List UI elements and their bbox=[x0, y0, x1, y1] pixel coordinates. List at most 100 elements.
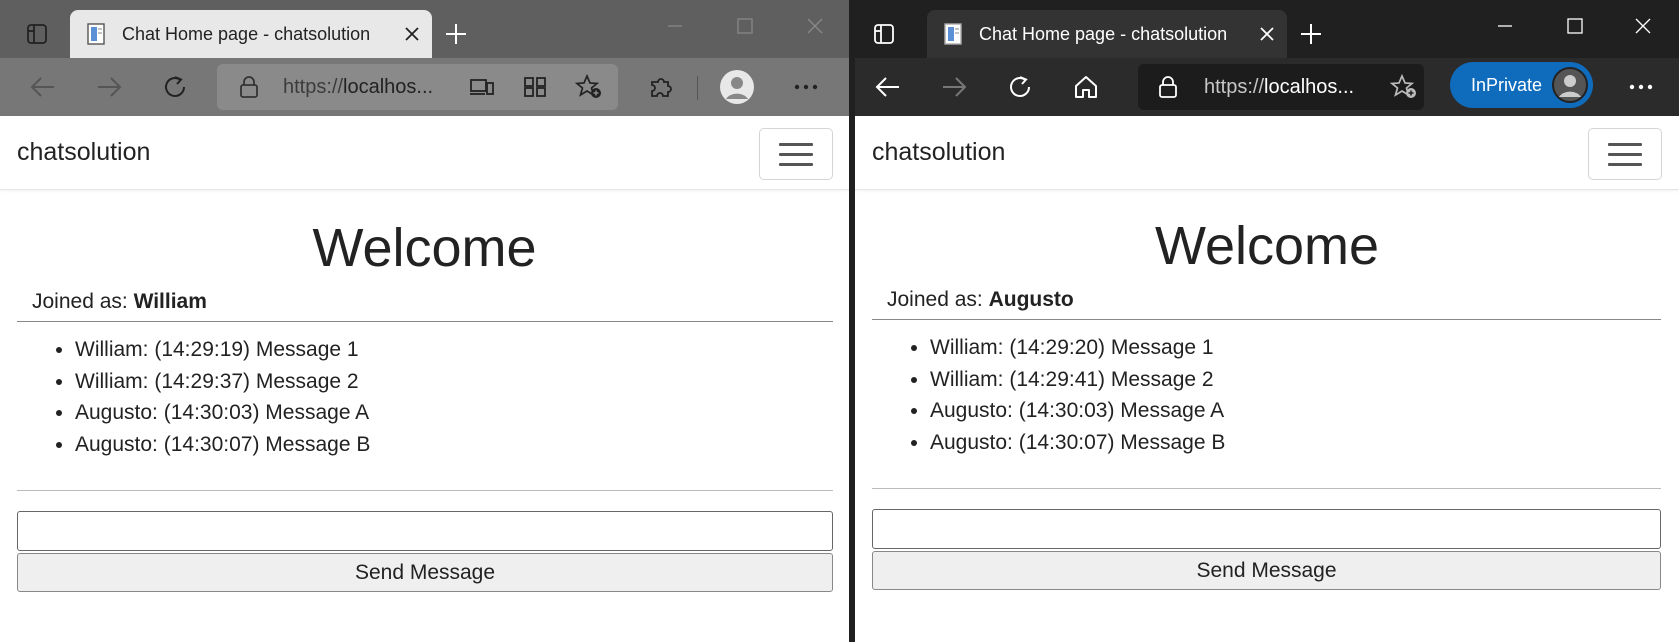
toolbar: chatsolutionhttps://localhos... bbox=[0, 58, 849, 116]
send-message-button[interactable]: Send Message bbox=[17, 553, 833, 592]
divider bbox=[17, 490, 833, 491]
message-item: Augusto: (14:30:03) Message A bbox=[75, 397, 370, 429]
address-prefix: https:// bbox=[1204, 76, 1265, 98]
extensions-button[interactable] bbox=[638, 66, 684, 108]
joined-label: Joined as: bbox=[887, 288, 983, 311]
web-page: chatsolution Welcome Joined as: Augusto … bbox=[855, 116, 1679, 642]
message-input[interactable] bbox=[17, 511, 833, 551]
home-button[interactable] bbox=[1063, 66, 1109, 108]
tab-title: Chat Home page - chatsolution bbox=[979, 23, 1228, 44]
message-item: Augusto: (14:30:07) Message B bbox=[930, 427, 1225, 459]
message-list: William: (14:29:19) Message 1 William: (… bbox=[17, 334, 370, 460]
extensions-icon bbox=[651, 78, 672, 97]
address-host: localhos... bbox=[343, 76, 434, 98]
add-favorite-icon[interactable] bbox=[575, 74, 603, 100]
profile-button[interactable] bbox=[714, 66, 760, 108]
profile-icon bbox=[720, 70, 754, 104]
site-navbar: chatsolution bbox=[855, 116, 1679, 190]
close-window-icon bbox=[1635, 18, 1651, 34]
menu-toggler-button[interactable] bbox=[1588, 128, 1662, 180]
minimize-icon bbox=[668, 25, 682, 27]
menu-toggler-icon bbox=[1608, 142, 1642, 146]
close-tab-icon bbox=[405, 27, 419, 41]
back-button[interactable] bbox=[865, 66, 911, 108]
joined-as: Joined as: Augusto bbox=[872, 288, 1661, 320]
address-bar[interactable]: https://localhos... bbox=[1138, 64, 1424, 110]
maximize-icon bbox=[737, 18, 753, 34]
site-navbar: chatsolution bbox=[0, 116, 849, 190]
site-brand[interactable]: chatsolution bbox=[872, 138, 1005, 167]
lock-icon bbox=[240, 76, 258, 98]
address-prefix: https:// bbox=[283, 76, 344, 98]
maximize-button[interactable] bbox=[715, 6, 775, 46]
new-tab-button[interactable] bbox=[434, 14, 478, 54]
more-icon bbox=[1629, 84, 1653, 90]
minimize-icon bbox=[1498, 25, 1512, 27]
new-tab-icon bbox=[446, 24, 466, 44]
close-tab-button[interactable] bbox=[1247, 27, 1287, 41]
minimize-button[interactable] bbox=[1475, 6, 1535, 46]
tab-title: Chat Home page - chatsolution bbox=[122, 23, 371, 44]
close-window-button[interactable] bbox=[1613, 6, 1673, 46]
message-item: Augusto: (14:30:07) Message B bbox=[75, 429, 370, 461]
send-message-button[interactable]: Send Message bbox=[872, 551, 1661, 590]
site-brand[interactable]: chatsolution bbox=[17, 138, 150, 167]
more-button[interactable] bbox=[783, 66, 829, 108]
forward-icon bbox=[98, 77, 122, 97]
add-favorite-icon[interactable] bbox=[1390, 74, 1418, 100]
tab-chat-home[interactable]: Chat Home page - chatsolution bbox=[927, 10, 1287, 58]
tab-actions-button[interactable] bbox=[14, 14, 60, 54]
joined-user: William bbox=[133, 290, 207, 313]
menu-toggler-button[interactable] bbox=[759, 128, 833, 180]
tab-actions-button[interactable] bbox=[861, 14, 907, 54]
close-window-icon bbox=[807, 18, 823, 34]
close-tab-icon bbox=[1260, 27, 1274, 41]
more-icon bbox=[794, 84, 818, 90]
devices-icon bbox=[470, 79, 494, 95]
more-button[interactable] bbox=[1618, 66, 1664, 108]
minimize-button[interactable] bbox=[645, 6, 705, 46]
tab-chat-home[interactable]: Chat Home page - chatsolution bbox=[70, 10, 432, 58]
joined-label: Joined as: bbox=[32, 290, 128, 313]
forward-button[interactable] bbox=[86, 66, 132, 108]
message-item: William: (14:29:19) Message 1 bbox=[75, 334, 370, 366]
web-page: chatsolution Welcome Joined as: William … bbox=[0, 116, 849, 642]
inprivate-label: InPrivate bbox=[1471, 74, 1543, 95]
close-window-button[interactable] bbox=[785, 6, 845, 46]
home-icon bbox=[1075, 76, 1097, 98]
tab-actions-icon bbox=[874, 24, 894, 44]
back-button[interactable] bbox=[20, 66, 66, 108]
forward-icon bbox=[943, 77, 967, 97]
lock-icon bbox=[1159, 76, 1177, 98]
apps-icon bbox=[524, 77, 546, 97]
message-item: Augusto: (14:30:03) Message A bbox=[930, 395, 1225, 427]
new-tab-button[interactable] bbox=[1289, 14, 1333, 54]
menu-toggler-icon bbox=[779, 142, 813, 146]
page-heading: Welcome bbox=[1154, 216, 1380, 276]
message-item: William: (14:29:20) Message 1 bbox=[930, 332, 1225, 364]
forward-button[interactable] bbox=[931, 66, 977, 108]
inprivate-badge[interactable]: InPrivate bbox=[1450, 62, 1593, 108]
title-bar: Chat Home page - chatsolution bbox=[0, 0, 849, 58]
profile-icon bbox=[1552, 67, 1588, 103]
refresh-icon bbox=[165, 76, 185, 97]
browser-window-william: Chat Home page - chatsolution https://lo… bbox=[0, 0, 849, 642]
address-bar[interactable]: chatsolutionhttps://localhos... bbox=[217, 64, 618, 110]
close-tab-button[interactable] bbox=[392, 27, 432, 41]
title-bar: Chat Home page - chatsolution bbox=[855, 0, 1679, 58]
toolbar-separator bbox=[697, 76, 698, 100]
browser-window-augusto: Chat Home page - chatsolution https://lo… bbox=[855, 0, 1679, 642]
page-heading: Welcome bbox=[312, 218, 537, 278]
address-host: localhos... bbox=[1264, 76, 1355, 98]
message-item: William: (14:29:41) Message 2 bbox=[930, 364, 1225, 396]
message-input[interactable] bbox=[872, 509, 1661, 549]
message-item: William: (14:29:37) Message 2 bbox=[75, 366, 370, 398]
new-tab-icon bbox=[1301, 24, 1321, 44]
refresh-button[interactable] bbox=[152, 66, 198, 108]
maximize-button[interactable] bbox=[1545, 6, 1605, 46]
message-list: William: (14:29:20) Message 1 William: (… bbox=[872, 332, 1225, 458]
back-icon bbox=[30, 77, 54, 97]
refresh-button[interactable] bbox=[997, 66, 1043, 108]
page-favicon bbox=[944, 23, 962, 45]
screen: Chat Home page - chatsolution https://lo… bbox=[0, 0, 1679, 642]
